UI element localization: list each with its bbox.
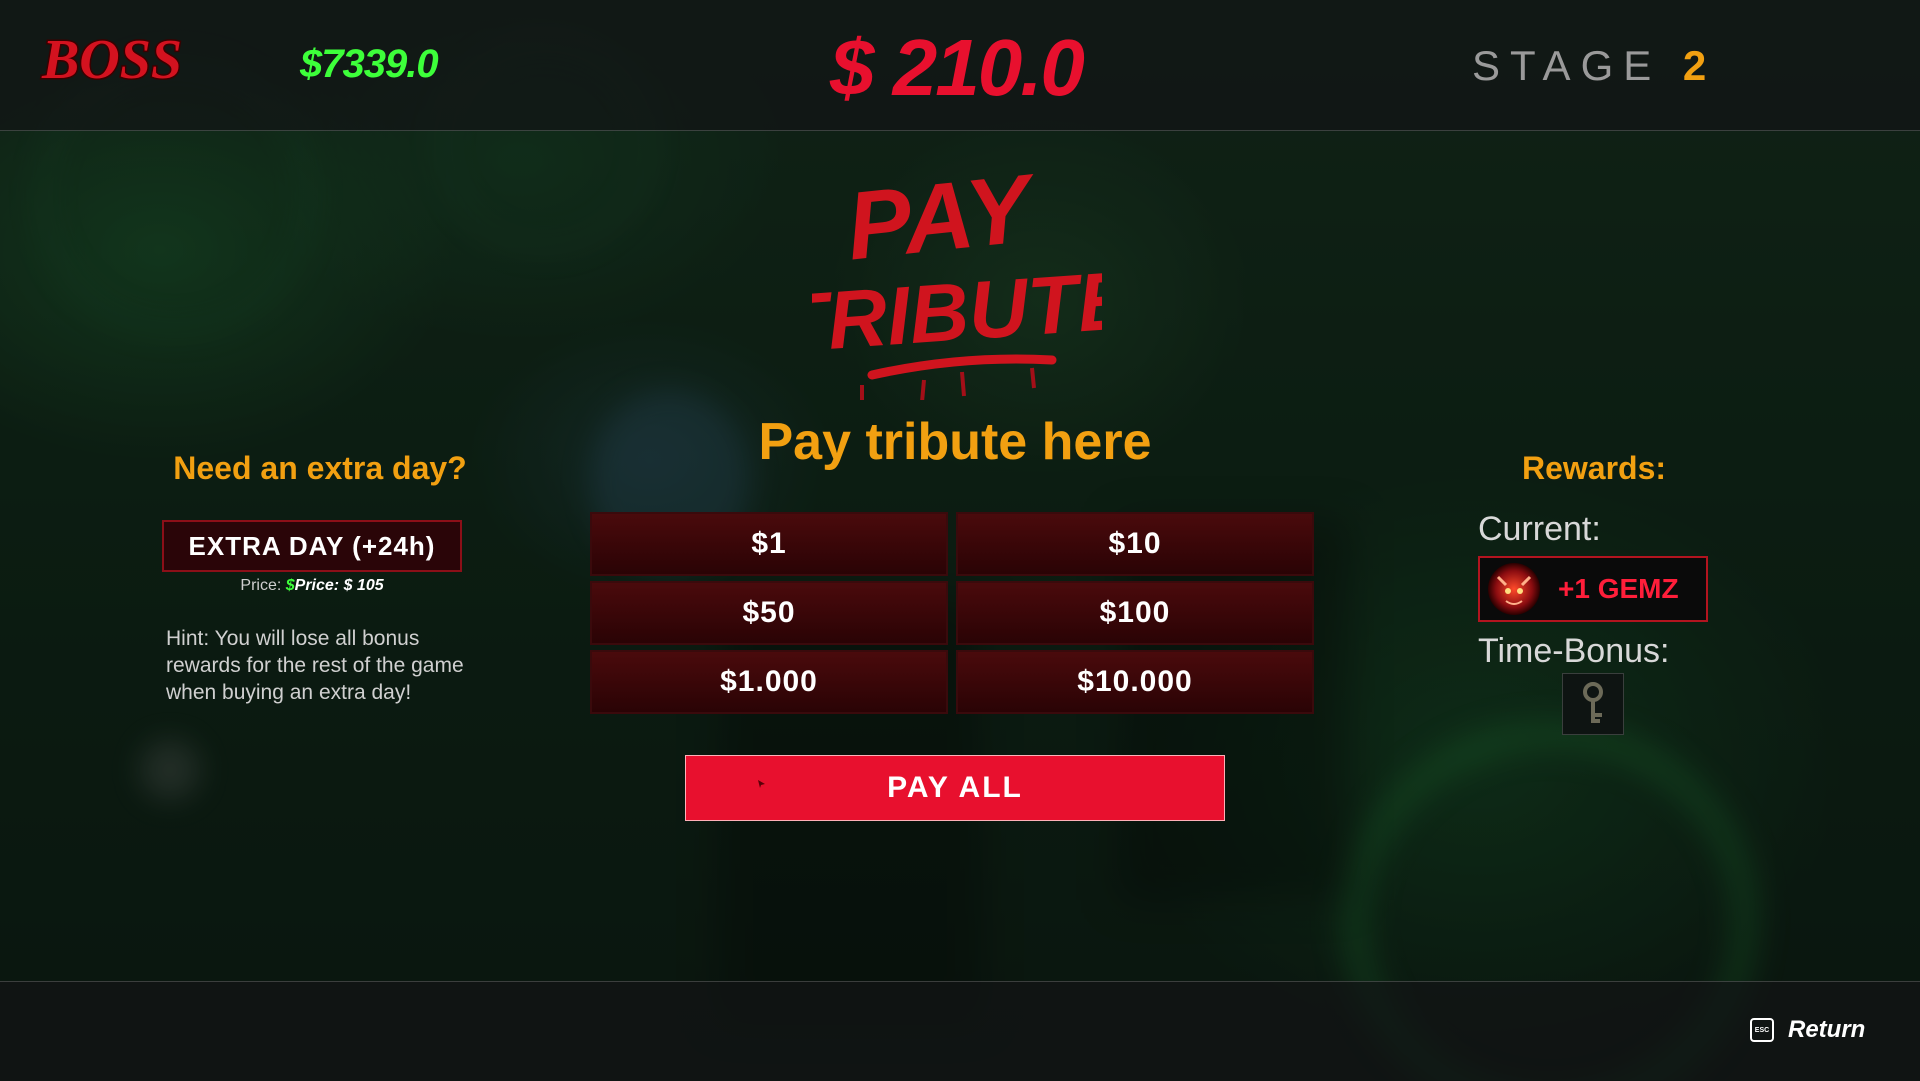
pay-all-button[interactable]: PAY ALL [685, 755, 1225, 821]
tribute-due-amount: $ 210.0 [830, 23, 1085, 112]
price-prefix: Price: [240, 577, 282, 594]
pay-10-button[interactable]: $10 [956, 512, 1314, 576]
mouse-cursor-icon [758, 780, 765, 788]
time-bonus-label: Time-Bonus: [1478, 632, 1670, 670]
pay-tribute-title-art: PAY TRIBUTE [812, 160, 1102, 400]
pay-100-button[interactable]: $100 [956, 581, 1314, 645]
tribute-amount-grid: $1 $10 $50 $100 $1.000 $10.000 [590, 512, 1317, 714]
current-reward-label: Current: [1478, 510, 1601, 548]
demon-gem-icon [1488, 563, 1540, 615]
esc-key-icon: ESC [1750, 1018, 1774, 1042]
return-label: Return [1788, 1016, 1866, 1043]
player-money: $7339.0 [300, 42, 439, 86]
stage-number: 2 [1682, 42, 1707, 89]
price-dollar-sign: $ [285, 577, 295, 594]
boss-logo: BOSS [39, 28, 183, 93]
rewards-heading: Rewards: [1521, 450, 1667, 486]
pay-10000-button[interactable]: $10.000 [956, 650, 1314, 714]
time-bonus-slot [1562, 673, 1624, 735]
return-button[interactable]: ESC Return [1750, 1016, 1865, 1044]
pay-tribute-heading: Pay tribute here [758, 413, 1152, 471]
top-hud-bar: BOSS $7339.0 $ 210.0 STAGE 2 [0, 0, 1920, 131]
extra-day-price: Price: $Price: $ 105 [162, 577, 462, 595]
extra-day-heading: Need an extra day? [173, 450, 467, 486]
stage-label: STAGE [1472, 42, 1662, 89]
pay-1000-button[interactable]: $1.000 [590, 650, 948, 714]
key-icon [1583, 682, 1603, 723]
current-reward-card: +1 GEMZ [1478, 556, 1708, 622]
extra-day-hint: Hint: You will lose all bonus rewards fo… [166, 627, 464, 704]
pay-50-button[interactable]: $50 [590, 581, 948, 645]
current-reward-text: +1 GEMZ [1558, 573, 1679, 604]
price-value: Price: $ 105 [294, 577, 384, 594]
boss-logo-text: BOSS [41, 29, 182, 91]
pay-1-button[interactable]: $1 [590, 512, 948, 576]
stage-indicator: STAGE 2 [1472, 42, 1706, 90]
extra-day-button[interactable]: EXTRA DAY (+24h) [162, 520, 462, 572]
bottom-bar [0, 981, 1920, 1081]
